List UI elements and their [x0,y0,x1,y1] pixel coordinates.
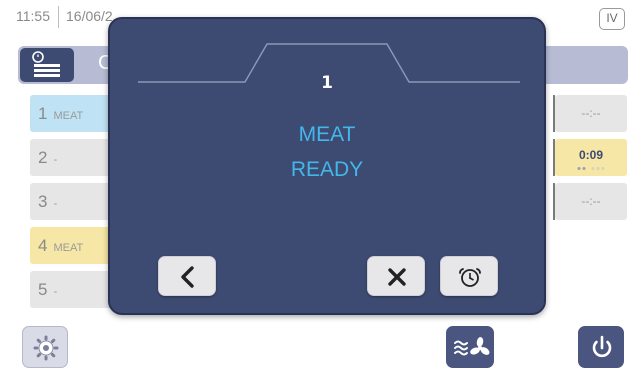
timer-value: 0:09 [578,148,604,162]
alarm-clock-icon [459,268,481,287]
power-button[interactable] [578,326,624,368]
gear-icon [33,335,59,361]
timer-value: --:-- [581,106,601,120]
chevron-left-icon [181,266,194,288]
close-icon [388,268,406,286]
slot-number: 5 [38,280,48,299]
dialog-slot-number: 1 [321,73,333,93]
slot-label: MEAT [53,242,84,254]
slot-row-2[interactable]: 2- [30,139,120,176]
slot-row-3[interactable]: 3- [30,183,120,220]
status-divider [58,6,59,28]
fan-button[interactable] [446,326,494,368]
timer-button[interactable] [440,256,498,296]
alert-dialog: 1 MEAT READY [108,17,546,315]
back-button[interactable] [158,256,216,296]
program-list-button[interactable] [20,48,74,82]
dialog-tab-outline [138,43,520,83]
slot-timer-3[interactable]: --:-- [555,183,627,220]
slot-timer-1[interactable]: --:-- [555,95,627,132]
slot-number: 2 [38,148,48,167]
slot-label: - [53,154,58,166]
slot-label: MEAT [53,110,84,122]
alert-message-line-2: READY [290,158,364,181]
dismiss-button[interactable] [367,256,425,296]
alert-message-line-1: MEAT [298,123,356,146]
timer-value: --:-- [581,194,601,208]
slot-label: - [53,286,58,298]
fan-icon [454,337,490,356]
settings-button[interactable] [22,326,68,368]
level-badge[interactable]: IV [599,8,625,30]
slot-label: - [53,198,58,210]
slot-number: 3 [38,192,48,211]
slot-row-1[interactable]: 1 MEAT [30,95,120,132]
power-icon [592,335,612,358]
slot-row-5[interactable]: 5- [30,271,120,308]
slot-row-4[interactable]: 4 MEAT [30,227,120,264]
program-list-icon [32,51,60,77]
slot-number: 1 [38,104,48,123]
clock-time: 11:55 [16,8,50,24]
slot-number: 4 [38,236,48,255]
timer-progress-dots [577,167,605,170]
slot-timer-2[interactable]: 0:09 [555,139,627,176]
clock-date: 16/06/2 [66,8,113,24]
